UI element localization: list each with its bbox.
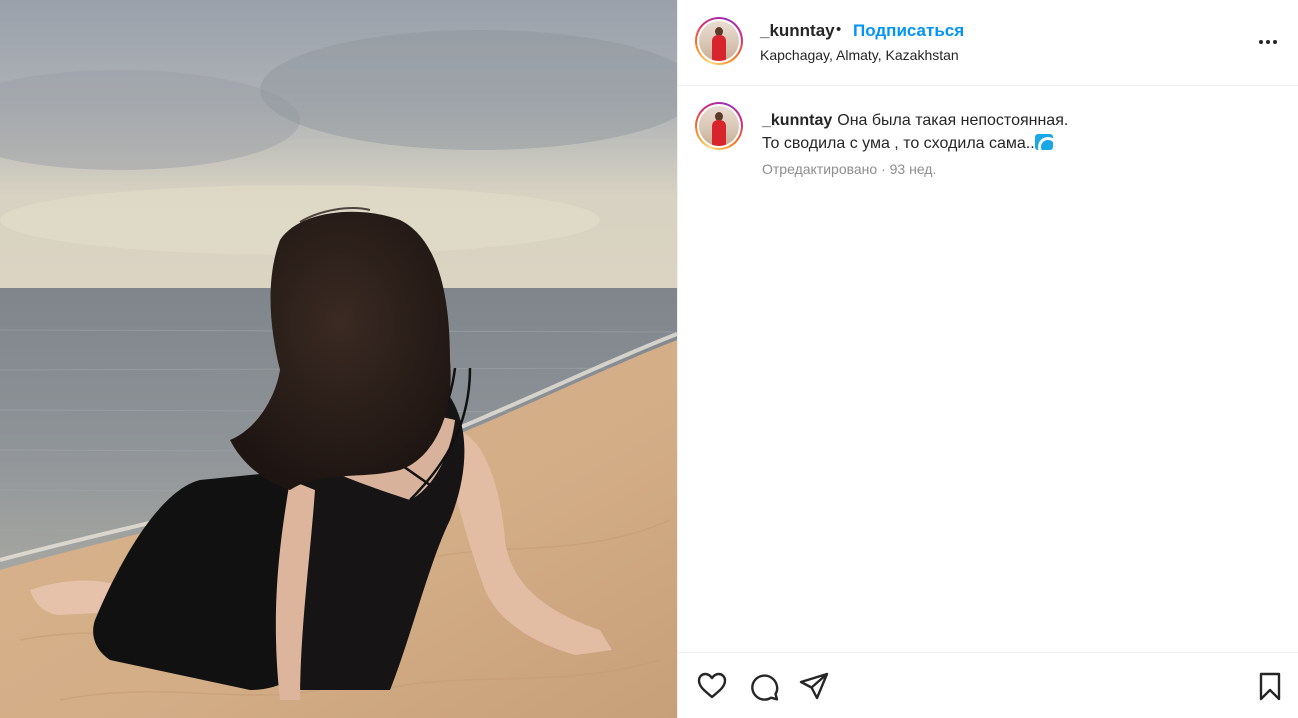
comment-icon[interactable]: [748, 670, 780, 702]
caption-text: _kunntay Она была такая непостоянная. То …: [762, 109, 1282, 155]
bookmark-icon[interactable]: [1254, 670, 1286, 702]
author-username[interactable]: _kunntay: [760, 21, 835, 41]
more-options-icon[interactable]: [1254, 30, 1282, 54]
post-header: _kunntay • Подписаться Kapchagay, Almaty…: [678, 0, 1298, 86]
follow-button[interactable]: Подписаться: [853, 21, 964, 41]
location-link[interactable]: Kapchagay, Almaty, Kazakhstan: [760, 47, 959, 63]
post-side-panel: _kunntay • Подписаться Kapchagay, Almaty…: [677, 0, 1298, 718]
caption-line-1: Она была такая непостоянная.: [837, 112, 1069, 129]
water-wave-icon: [1034, 134, 1053, 150]
header-separator: •: [836, 21, 842, 38]
beach-photo-image: [0, 0, 677, 718]
post-photo[interactable]: [0, 0, 677, 718]
author-avatar[interactable]: [695, 17, 743, 65]
send-icon[interactable]: [798, 670, 830, 702]
caption-author-avatar[interactable]: [695, 102, 743, 150]
caption-username[interactable]: _kunntay: [762, 112, 832, 129]
action-bar: [678, 652, 1298, 718]
caption-line-2: То сводила с ума , то сходила сама..: [762, 135, 1035, 152]
caption-meta: Отредактировано · 93 нед.: [762, 161, 937, 177]
heart-icon[interactable]: [696, 670, 728, 702]
post-viewer: _kunntay • Подписаться Kapchagay, Almaty…: [0, 0, 1298, 718]
